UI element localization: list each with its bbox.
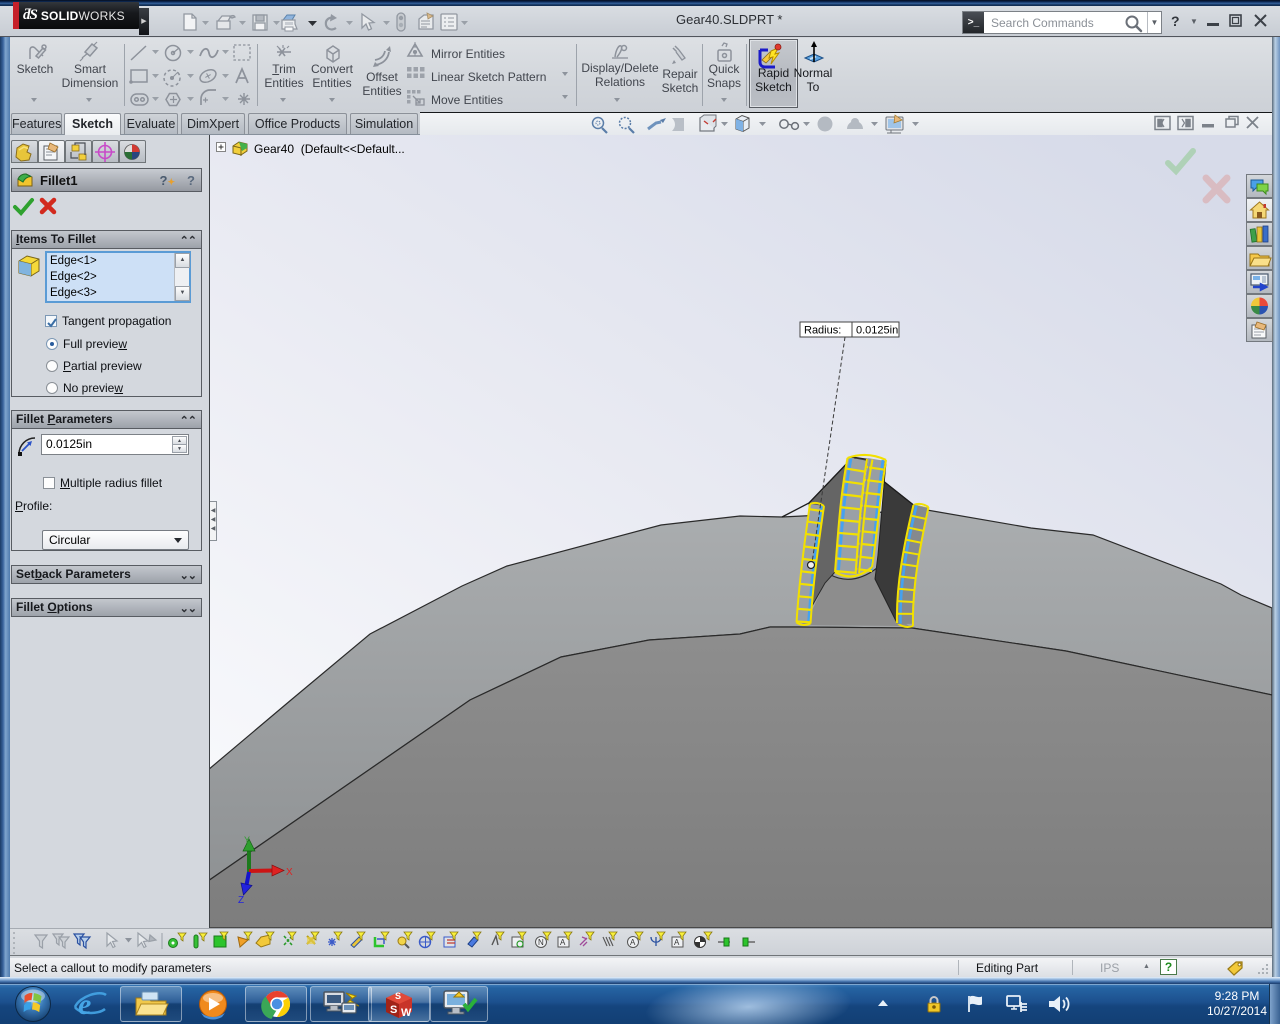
svg-text:X: X <box>286 867 293 878</box>
svg-text:Z: Z <box>238 895 244 906</box>
svg-text:N: N <box>538 938 544 947</box>
svg-text:e: e <box>78 988 91 1020</box>
svg-text:Radius:: Radius: <box>804 325 841 337</box>
svg-text:A: A <box>630 938 636 947</box>
svg-text:S: S <box>395 991 401 1001</box>
svg-text:S: S <box>390 1004 397 1016</box>
svg-text:A: A <box>560 938 566 947</box>
svg-text:0.0125in: 0.0125in <box>856 325 898 337</box>
svg-text:Y: Y <box>244 835 250 845</box>
svg-text:W: W <box>401 1007 412 1019</box>
svg-text:A: A <box>674 938 680 947</box>
